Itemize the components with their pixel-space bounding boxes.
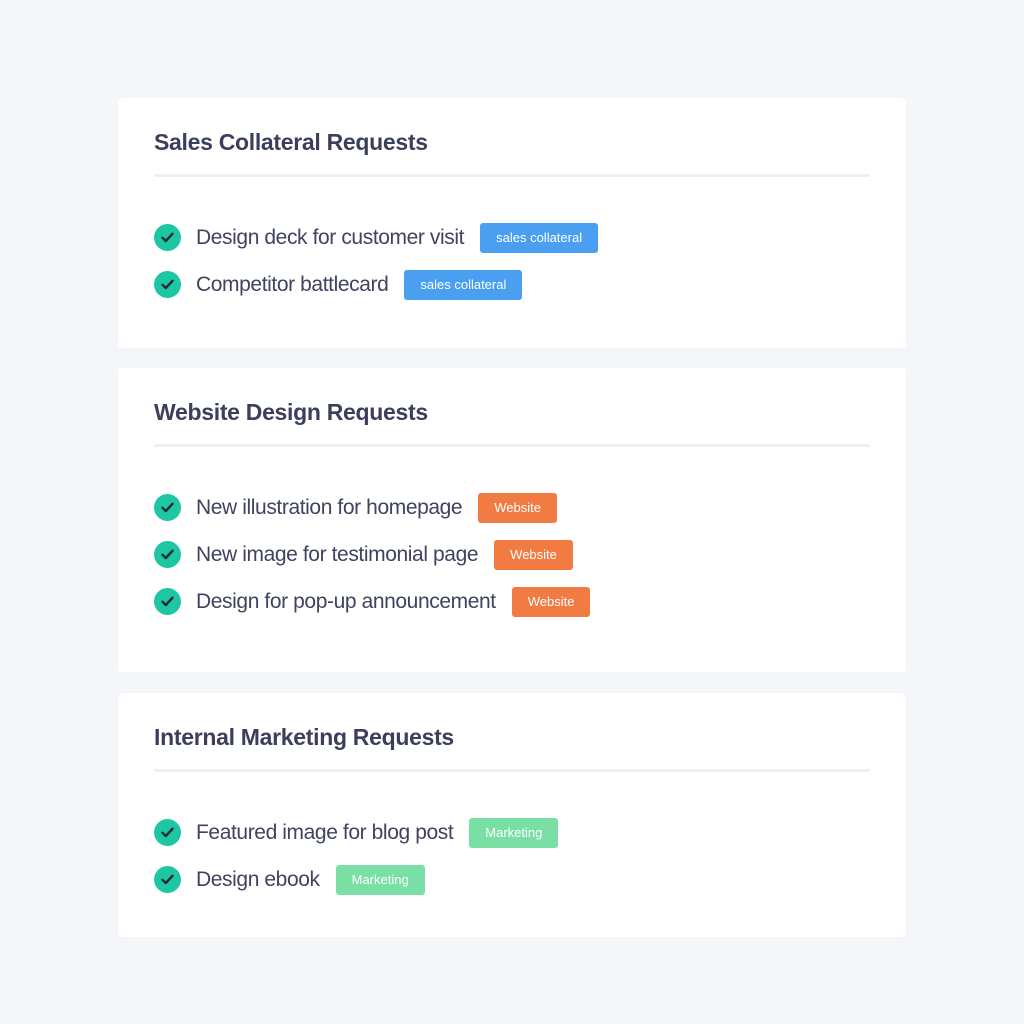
check-circle-icon[interactable] <box>154 866 181 893</box>
section-title: Internal Marketing Requests <box>154 724 454 750</box>
section-sales-collateral: Sales Collateral Requests Design deck fo… <box>118 98 906 348</box>
section-website-design: Website Design Requests New illustration… <box>118 368 906 672</box>
task-item[interactable]: Competitor battlecard sales collateral <box>154 257 870 312</box>
task-item[interactable]: Design for pop-up announcement Website <box>154 574 870 629</box>
task-list: Featured image for blog post Marketing D… <box>154 772 870 907</box>
tag-sales-collateral[interactable]: sales collateral <box>404 269 523 300</box>
tag-website[interactable]: Website <box>478 492 557 523</box>
task-label[interactable]: Competitor battlecard <box>196 273 389 297</box>
check-circle-icon[interactable] <box>154 224 181 251</box>
tag-website[interactable]: Website <box>511 586 591 617</box>
task-label[interactable]: New image for testimonial page <box>196 543 479 567</box>
task-label[interactable]: New illustration for homepage <box>196 496 463 520</box>
task-item[interactable]: Design ebook Marketing <box>154 852 870 907</box>
check-circle-icon[interactable] <box>154 588 181 615</box>
check-circle-icon[interactable] <box>154 819 181 846</box>
tag-marketing[interactable]: Marketing <box>335 864 425 895</box>
check-circle-icon[interactable] <box>154 541 181 568</box>
check-circle-icon[interactable] <box>154 494 181 521</box>
task-label[interactable]: Design deck for customer visit <box>196 226 465 250</box>
task-label[interactable]: Design for pop-up announcement <box>196 590 496 614</box>
task-label[interactable]: Design ebook <box>196 868 320 892</box>
tag-marketing[interactable]: Marketing <box>469 817 559 848</box>
tag-sales-collateral[interactable]: sales collateral <box>480 222 599 253</box>
tag-website[interactable]: Website <box>494 539 573 570</box>
task-list: Design deck for customer visit sales col… <box>154 177 870 312</box>
task-list: New illustration for homepage Website Ne… <box>154 447 870 629</box>
section-internal-marketing: Internal Marketing Requests Featured ima… <box>118 693 906 937</box>
task-label[interactable]: Featured image for blog post <box>196 821 454 845</box>
section-title: Sales Collateral Requests <box>154 129 428 155</box>
section-title: Website Design Requests <box>154 399 428 425</box>
check-circle-icon[interactable] <box>154 271 181 298</box>
